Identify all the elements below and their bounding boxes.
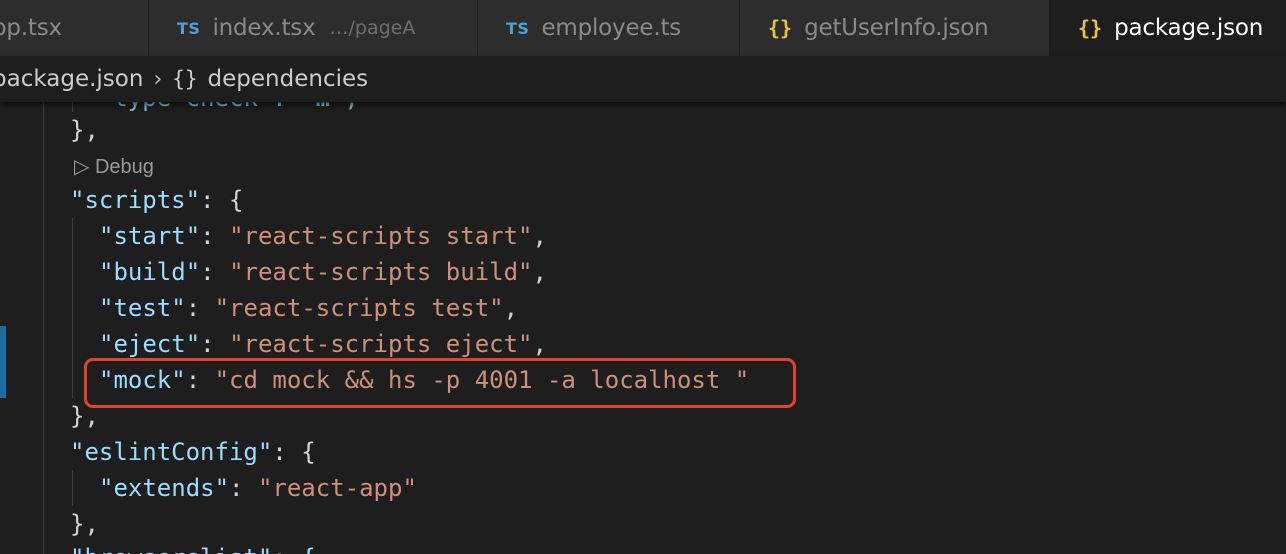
json-string: "react-scripts eject" bbox=[229, 330, 533, 358]
tab-index-tsx[interactable]: TS index.tsx …/pageA bbox=[149, 0, 478, 56]
code-line: }, bbox=[70, 398, 99, 434]
json-punctuation: }, bbox=[70, 402, 99, 430]
json-punctuation: }, bbox=[70, 116, 99, 144]
tab-label: employee.ts bbox=[541, 15, 682, 41]
json-punctuation: , bbox=[532, 222, 547, 250]
tab-label: package.json bbox=[1114, 15, 1264, 41]
tab-label: pp.tsx bbox=[0, 15, 62, 41]
json-punctuation: : bbox=[200, 330, 230, 358]
clipped-code-line: "type-check": "…", bbox=[70, 102, 359, 116]
json-punctuation: : bbox=[185, 366, 215, 394]
indent-guide bbox=[43, 102, 44, 554]
json-punctuation: , bbox=[532, 258, 547, 286]
code-line: "build": "react-scripts build", bbox=[99, 254, 547, 290]
json-key: "eject" bbox=[99, 330, 201, 358]
json-key: "eslintConfig" bbox=[70, 438, 273, 466]
indent-guide bbox=[72, 470, 73, 506]
tab-label: getUserInfo.json bbox=[804, 15, 989, 41]
json-string: "react-scripts test" bbox=[214, 294, 504, 322]
tab-employee-ts[interactable]: TS employee.ts bbox=[478, 0, 740, 56]
json-key: "mock" bbox=[99, 366, 186, 394]
code-line: "start": "react-scripts start", bbox=[99, 218, 547, 254]
json-punctuation: : { bbox=[272, 438, 316, 466]
code-editor[interactable]: "type-check": "…", ▷ Debug }, "scripts":… bbox=[0, 102, 1286, 554]
code-line: "mock": "cd mock && hs -p 4001 -a localh… bbox=[99, 362, 749, 398]
json-object-icon: {} bbox=[172, 67, 198, 91]
json-string: "react-app" bbox=[257, 474, 417, 502]
json-punctuation: : { bbox=[200, 186, 244, 214]
json-file-icon: {} bbox=[768, 16, 793, 40]
debug-codelens[interactable]: ▷ Debug bbox=[74, 154, 154, 179]
json-punctuation: : bbox=[229, 474, 258, 502]
json-punctuation: }, bbox=[70, 510, 99, 538]
tab-getuserinfo-json[interactable]: {} getUserInfo.json bbox=[740, 0, 1050, 56]
breadcrumb: package.json › {} dependencies bbox=[0, 56, 1286, 102]
json-key: "build" bbox=[99, 258, 201, 286]
code-line: "eslintConfig": { bbox=[70, 434, 316, 470]
json-punctuation: , bbox=[532, 330, 547, 358]
tab-package-json[interactable]: {} package.json bbox=[1050, 0, 1286, 56]
indent-guide bbox=[72, 218, 73, 398]
json-key: "start" bbox=[99, 222, 201, 250]
json-string: "react-scripts build" bbox=[229, 258, 533, 286]
typescript-file-icon: TS bbox=[177, 18, 201, 38]
code-line: "scripts": { bbox=[70, 182, 243, 218]
typescript-file-icon: TS bbox=[506, 18, 530, 38]
breadcrumb-symbol[interactable]: dependencies bbox=[208, 66, 369, 92]
json-key: "test" bbox=[99, 294, 186, 322]
tab-app-tsx[interactable]: pp.tsx bbox=[0, 0, 149, 56]
tab-label: index.tsx bbox=[212, 15, 316, 41]
indent-guide bbox=[72, 102, 73, 112]
code-line: "extends": "react-app" bbox=[99, 470, 417, 506]
code-line: }, bbox=[70, 112, 99, 148]
json-string: "react-scripts start" bbox=[229, 222, 533, 250]
tab-description: …/pageA bbox=[329, 17, 416, 39]
clipped-code-line: "browserslist": { bbox=[70, 540, 316, 554]
editor-tab-bar: pp.tsx TS index.tsx …/pageA TS employee.… bbox=[0, 0, 1286, 56]
json-punctuation: , bbox=[503, 294, 519, 322]
code-line: "test": "react-scripts test", bbox=[99, 290, 518, 326]
json-punctuation: : bbox=[185, 294, 215, 322]
json-key: "extends" bbox=[99, 474, 230, 502]
code-line: "eject": "react-scripts eject", bbox=[99, 326, 547, 362]
json-punctuation: : bbox=[200, 258, 230, 286]
modified-line-marker bbox=[0, 326, 6, 398]
json-key: "scripts" bbox=[70, 186, 201, 214]
breadcrumb-file[interactable]: package.json bbox=[0, 66, 143, 92]
chevron-right-icon: › bbox=[153, 66, 163, 92]
json-punctuation: : bbox=[200, 222, 230, 250]
json-string: "cd mock && hs -p 4001 -a localhost " bbox=[214, 366, 750, 394]
code-line: }, bbox=[70, 506, 99, 542]
json-file-icon: {} bbox=[1078, 16, 1103, 40]
